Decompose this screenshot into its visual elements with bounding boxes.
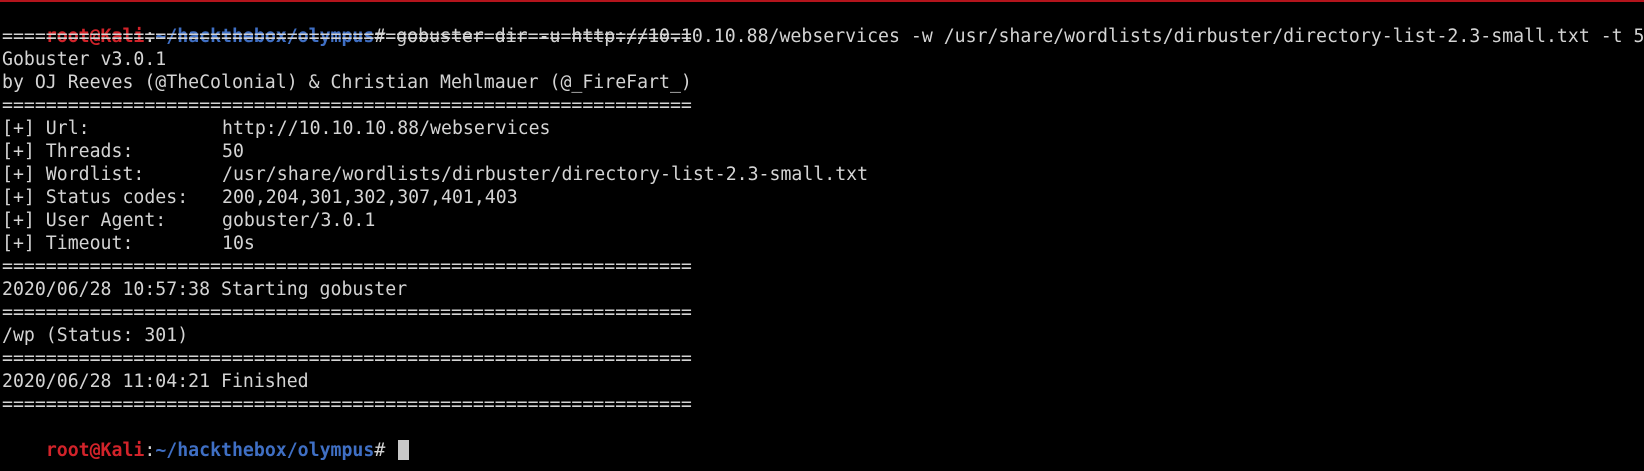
config-value: /usr/share/wordlists/dirbuster/directory… [222,164,869,185]
command-line: root@Kali:~/hackthebox/olympus# gobuster… [2,2,1644,47]
separator-rule: ========================================… [2,95,692,116]
result-line: /wp (Status: 301) [2,325,189,346]
config-value: 10s [222,233,255,254]
config-value: http://10.10.10.88/webservices [222,118,551,139]
active-prompt-line[interactable]: root@Kali:~/hackthebox/olympus# [2,416,1644,461]
config-row-user-agent: [+] User Agent: gobuster/3.0.1 [2,209,1644,232]
config-label: [+] Status codes: [2,187,189,208]
finish-message: 2020/06/28 11:04:21 Finished [2,371,309,392]
prompt-path: ~/hackthebox/olympus [155,440,375,461]
separator-rule: ========================================… [2,256,692,277]
config-label: [+] Wordlist: [2,164,145,185]
config-label: [+] Url: [2,118,90,139]
config-value: gobuster/3.0.1 [222,210,376,231]
text-cursor[interactable] [398,440,410,460]
separator-rule: ========================================… [2,302,692,323]
separator-rule: ========================================… [2,348,692,369]
banner-authors: by OJ Reeves (@TheColonial) & Christian … [2,72,692,93]
prompt-user-host: root@Kali [45,440,145,461]
config-label: [+] User Agent: [2,210,167,231]
start-message: 2020/06/28 10:57:38 Starting gobuster [2,279,408,300]
config-row-timeout: [+] Timeout: 10s [2,232,1644,255]
config-row-threads: [+] Threads: 50 [2,140,1644,163]
config-row-status-codes: [+] Status codes: 200,204,301,302,307,401… [2,186,1644,209]
config-row-wordlist: [+] Wordlist: /usr/share/wordlists/dirbus… [2,163,1644,186]
config-row-url: [+] Url: http://10.10.10.88/webservices [2,117,1644,140]
prompt-separator: : [144,440,156,461]
config-value: 200,204,301,302,307,401,403 [222,187,518,208]
banner-version: Gobuster v3.0.1 [2,49,167,70]
config-label: [+] Threads: [2,141,134,162]
config-label: [+] Timeout: [2,233,134,254]
prompt-symbol: # [374,440,397,461]
config-value: 50 [222,141,244,162]
terminal-window[interactable]: root@Kali:~/hackthebox/olympus# gobuster… [0,0,1644,471]
separator-rule: ========================================… [2,394,692,415]
